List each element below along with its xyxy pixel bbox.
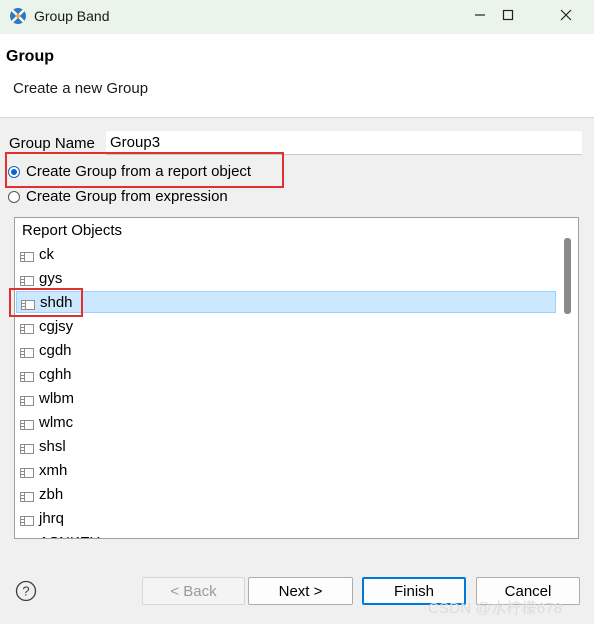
group-name-input[interactable]	[106, 131, 582, 155]
data-field-icon	[20, 441, 34, 454]
data-field-icon	[20, 273, 34, 286]
list-item-label: gys	[39, 269, 63, 287]
list-item[interactable]: cgjsy	[16, 315, 556, 337]
data-field-icon	[20, 321, 34, 334]
page-subtitle: Create a new Group	[13, 80, 149, 97]
next-button[interactable]: Next >	[248, 577, 353, 605]
list-item-label: ASNKEY	[39, 534, 100, 539]
eclipse-birt-icon	[8, 6, 28, 26]
data-field-icon	[20, 489, 34, 502]
data-field-icon	[20, 513, 34, 526]
list-item[interactable]: wlmc	[16, 411, 556, 433]
list-item[interactable]: wlbm	[16, 387, 556, 409]
list-item[interactable]: ck	[16, 243, 556, 265]
radio-expression[interactable]: Create Group from expression	[8, 188, 228, 205]
page-title: Group	[6, 48, 54, 65]
list-item-label: zbh	[39, 485, 64, 503]
list-item[interactable]: shsl	[16, 435, 556, 457]
data-field-icon	[20, 249, 34, 262]
data-field-icon	[20, 393, 34, 406]
data-field-icon	[20, 369, 34, 382]
radio-report-object-label: Create Group from a report object	[26, 163, 252, 180]
list-item-label: shsl	[39, 437, 66, 455]
list-item-label: cgdh	[39, 341, 72, 359]
list-item[interactable]: ASNKEY	[16, 531, 556, 539]
data-field-icon	[20, 417, 34, 430]
radio-expression-label: Create Group from expression	[26, 188, 228, 205]
list-item[interactable]: gys	[16, 267, 556, 289]
group-name-label: Group Name	[9, 135, 95, 152]
data-field-icon	[20, 537, 34, 538]
radio-selected-icon	[8, 165, 20, 178]
list-item[interactable]: shdh	[16, 291, 556, 313]
list-item-label: wlmc	[39, 413, 74, 431]
back-button[interactable]: < Back	[142, 577, 245, 605]
list-item-label: cghh	[39, 365, 72, 383]
list-item-label: jhrq	[39, 509, 65, 527]
list-item-label: shdh	[40, 293, 73, 311]
watermark: CSDN @水柠檬678	[428, 600, 563, 617]
list-item-label: wlbm	[39, 389, 75, 407]
close-icon	[560, 8, 572, 26]
title-bar: Group Band	[0, 0, 594, 34]
list-header: Report Objects	[22, 222, 123, 239]
list-item-label: ck	[39, 245, 54, 263]
close-button[interactable]	[543, 0, 589, 34]
help-icon[interactable]: ?	[15, 580, 37, 602]
radio-unselected-icon	[8, 190, 20, 203]
radio-report-object[interactable]: Create Group from a report object	[8, 163, 251, 180]
maximize-button[interactable]	[485, 0, 531, 34]
svg-text:?: ?	[22, 584, 29, 599]
list-item[interactable]: xmh	[16, 459, 556, 481]
list-item[interactable]: cghh	[16, 363, 556, 385]
maximize-icon	[502, 8, 514, 26]
dialog-header: Group Create a new Group	[0, 34, 594, 118]
list-item[interactable]: cgdh	[16, 339, 556, 361]
data-field-icon	[20, 465, 34, 478]
list-item-label: xmh	[39, 461, 68, 479]
data-field-icon	[20, 345, 34, 358]
list-item-label: cgjsy	[39, 317, 74, 335]
window-title: Group Band	[34, 8, 110, 24]
list-item[interactable]: zbh	[16, 483, 556, 505]
report-objects-list[interactable]: Report Objects ck gys shdh cgjsy cgdh cghh wlb…	[14, 217, 579, 539]
data-field-icon	[21, 297, 35, 310]
list-scrollbar[interactable]	[564, 238, 571, 314]
list-item[interactable]: jhrq	[16, 507, 556, 529]
